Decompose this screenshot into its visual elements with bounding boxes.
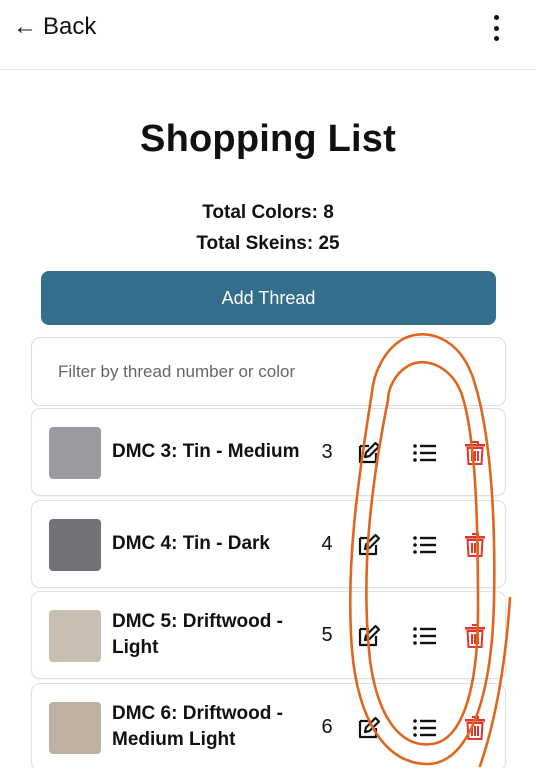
color-swatch xyxy=(49,702,101,754)
skein-count: 4 xyxy=(321,532,333,555)
color-swatch xyxy=(49,519,101,571)
back-button[interactable]: ← Back xyxy=(13,13,96,41)
list-icon[interactable] xyxy=(411,714,439,742)
top-bar: ← Back xyxy=(0,0,536,70)
page-title: Shopping List xyxy=(140,118,396,160)
kebab-dot xyxy=(493,15,499,20)
total-skeins-label: Total Skeins: 25 xyxy=(196,233,340,254)
trash-icon[interactable] xyxy=(461,714,489,742)
color-swatch xyxy=(49,427,101,479)
edit-icon[interactable] xyxy=(355,439,383,467)
trash-icon[interactable] xyxy=(461,531,489,559)
add-thread-button[interactable]: Add Thread xyxy=(41,271,496,325)
thread-name: DMC 6: Driftwood - Medium Light xyxy=(112,703,283,750)
kebab-dot xyxy=(493,25,499,31)
edit-icon[interactable] xyxy=(355,622,383,650)
thread-row: DMC 4: Tin - Dark 4 xyxy=(31,500,506,588)
skein-count: 6 xyxy=(321,715,333,738)
kebab-dot xyxy=(493,36,499,41)
color-swatch xyxy=(49,610,101,662)
skein-count: 3 xyxy=(321,440,333,463)
trash-icon[interactable] xyxy=(461,622,489,650)
total-colors-label: Total Colors: 8 xyxy=(202,202,334,223)
thread-name: DMC 4: Tin - Dark xyxy=(112,533,271,554)
edit-icon[interactable] xyxy=(355,714,383,742)
thread-name: DMC 3: Tin - Medium xyxy=(112,441,300,462)
thread-row: DMC 6: Driftwood - Medium Light 6 xyxy=(31,683,506,768)
back-arrow-icon: ← xyxy=(13,13,37,40)
more-options-icon[interactable] xyxy=(484,12,508,44)
list-icon[interactable] xyxy=(411,531,439,559)
back-label: Back xyxy=(43,13,97,40)
thread-row: DMC 5: Driftwood - Light 5 xyxy=(31,591,506,679)
edit-icon[interactable] xyxy=(355,531,383,559)
list-icon[interactable] xyxy=(411,622,439,650)
filter-input[interactable] xyxy=(31,337,506,406)
shopping-list-screen: ← Back Shopping List Total Colors: 8 Tot… xyxy=(0,0,536,768)
list-icon[interactable] xyxy=(411,439,439,467)
skein-count: 5 xyxy=(321,623,333,646)
thread-row: DMC 3: Tin - Medium 3 xyxy=(31,408,506,496)
thread-name: DMC 5: Driftwood - Light xyxy=(112,611,283,658)
trash-icon[interactable] xyxy=(461,439,489,467)
